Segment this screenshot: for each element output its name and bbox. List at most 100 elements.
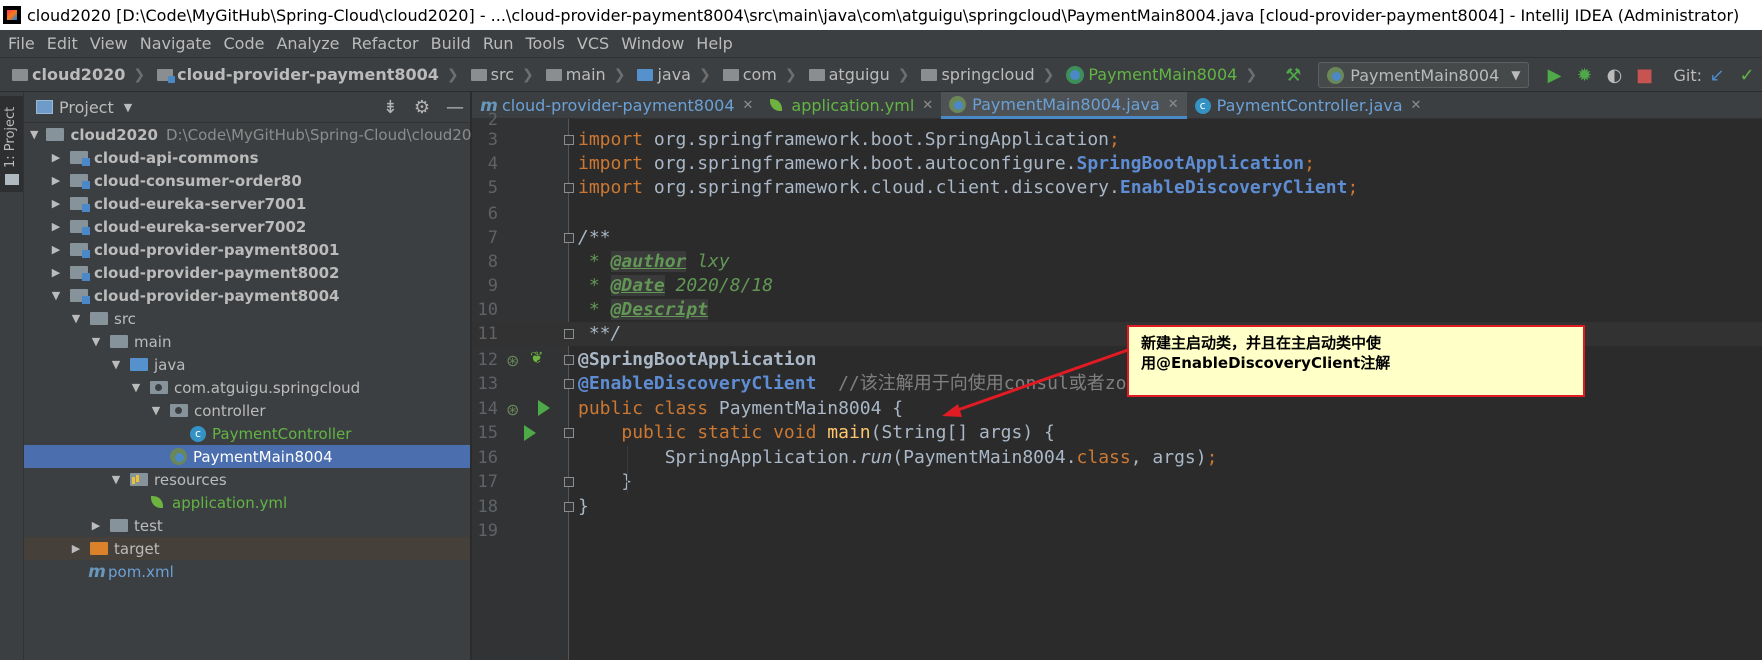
expanded-arrow-icon[interactable]: ▼ [50, 289, 62, 302]
fold-marker-icon[interactable] [564, 477, 574, 487]
hide-minus-icon[interactable]: — [446, 97, 464, 118]
menu-navigate[interactable]: Navigate [134, 34, 218, 53]
menu-run[interactable]: Run [477, 34, 520, 53]
tree-item-module[interactable]: ▶ cloud-provider-payment8002 [24, 261, 470, 284]
collapse-all-icon[interactable]: ⇟ [383, 97, 398, 118]
fold-marker-icon[interactable] [564, 502, 574, 512]
tree-item-module[interactable]: ▶ cloud-eureka-server7002 [24, 215, 470, 238]
fold-marker-icon[interactable] [564, 233, 574, 243]
build-hammer-icon[interactable]: ⚒ [1282, 64, 1304, 86]
menu-analyze[interactable]: Analyze [270, 34, 345, 53]
tree-item-package[interactable]: ▼ controller [24, 399, 470, 422]
tree-item-folder[interactable]: ▼ main [24, 330, 470, 353]
project-view-selector[interactable]: Project [59, 98, 114, 117]
gear-icon[interactable]: ⚙ [414, 97, 430, 118]
stop-icon[interactable]: ■ [1633, 64, 1655, 86]
expanded-arrow-icon[interactable]: ▼ [130, 381, 142, 394]
tree-item-root[interactable]: ▼ cloud2020 D:\Code\MyGitHub\Spring-Cloud… [24, 123, 490, 146]
menu-edit[interactable]: Edit [41, 34, 84, 53]
collapsed-arrow-icon[interactable]: ▶ [50, 266, 62, 279]
collapsed-arrow-icon[interactable]: ▶ [50, 151, 62, 164]
fold-marker-icon[interactable] [564, 428, 574, 438]
coverage-shield-icon[interactable]: ◐ [1603, 64, 1625, 86]
tree-item-module[interactable]: ▶ cloud-provider-payment8001 [24, 238, 470, 261]
collapsed-arrow-icon[interactable]: ▶ [50, 174, 62, 187]
tree-item-resources[interactable]: ▼ resources [24, 468, 470, 491]
run-main-gutter-icon[interactable] [524, 425, 536, 441]
breadcrumb-class[interactable]: PaymentMain8004 ❯ [1054, 65, 1257, 84]
expanded-arrow-icon[interactable]: ▼ [110, 358, 122, 371]
tree-item-module[interactable]: ▶ cloud-api-commons [24, 146, 470, 169]
collapsed-arrow-icon[interactable]: ▶ [50, 243, 62, 256]
collapsed-arrow-icon[interactable]: ▶ [50, 197, 62, 210]
menu-window[interactable]: Window [615, 34, 690, 53]
breadcrumb-cloud2020[interactable]: cloud2020 ❯ [0, 65, 145, 84]
breadcrumb-com[interactable]: com ❯ [711, 65, 797, 84]
spring-bean-gutter-icon[interactable]: ⊛ [506, 400, 519, 419]
breadcrumb-springcloud[interactable]: springcloud ❯ [909, 65, 1054, 84]
tree-item-module[interactable]: ▶ cloud-eureka-server7001 [24, 192, 470, 215]
menu-build[interactable]: Build [425, 34, 477, 53]
expanded-arrow-icon[interactable]: ▼ [70, 312, 82, 325]
git-commit-check-icon[interactable]: ✓ [1736, 64, 1758, 86]
tree-item-module[interactable]: ▶ cloud-consumer-order80 [24, 169, 470, 192]
expanded-arrow-icon[interactable]: ▼ [110, 473, 122, 486]
module-folder-icon [70, 197, 90, 212]
package-icon [921, 68, 938, 81]
tree-item-file[interactable]: m pom.xml [24, 560, 470, 583]
module-folder-icon [70, 220, 90, 235]
breadcrumb-main[interactable]: main ❯ [534, 65, 625, 84]
menu-vcs[interactable]: VCS [571, 34, 615, 53]
menu-refactor[interactable]: Refactor [346, 34, 425, 53]
fold-marker-icon[interactable] [564, 355, 574, 365]
module-folder-icon [70, 151, 90, 166]
fold-marker-icon[interactable] [564, 379, 574, 389]
menu-view[interactable]: View [84, 34, 134, 53]
run-class-gutter-icon[interactable] [538, 400, 550, 416]
git-update-arrow-icon[interactable]: ↙ [1706, 64, 1728, 86]
tree-item-folder[interactable]: ▼ src [24, 307, 470, 330]
fold-marker-icon[interactable] [564, 135, 574, 145]
breadcrumb-module[interactable]: cloud-provider-payment8004 ❯ [145, 65, 459, 84]
breadcrumb-src[interactable]: src ❯ [459, 65, 534, 84]
expanded-arrow-icon[interactable]: ▼ [150, 404, 162, 417]
package-icon [170, 404, 188, 417]
source-folder-icon [637, 68, 654, 81]
tree-item-file[interactable]: application.yml [24, 491, 470, 514]
chevron-right-icon: ❯ [698, 66, 711, 83]
menu-code[interactable]: Code [218, 34, 271, 53]
window-title: cloud2020 [D:\Code\MyGitHub\Spring-Cloud… [27, 5, 1740, 25]
chevron-down-icon[interactable]: ▼ [124, 101, 132, 114]
tree-item-package[interactable]: ▼ com.atguigu.springcloud [24, 376, 470, 399]
menu-help[interactable]: Help [690, 34, 738, 53]
breadcrumb-atguigu[interactable]: atguigu ❯ [797, 65, 909, 84]
tree-item-module[interactable]: ▼ cloud-provider-payment8004 [24, 284, 470, 307]
collapsed-arrow-icon[interactable]: ▶ [70, 542, 82, 555]
tree-item-folder[interactable]: ▶ test [24, 514, 470, 537]
tree-item-class[interactable]: c PaymentController [24, 422, 470, 445]
project-tool-window-tab[interactable]: 1: Project [0, 96, 23, 192]
tree-item-class-selected[interactable]: PaymentMain8004 [24, 445, 470, 468]
collapsed-arrow-icon[interactable]: ▶ [50, 220, 62, 233]
spring-bean-search-icon[interactable]: ⊛ [506, 351, 519, 370]
module-folder-icon [157, 68, 176, 83]
run-configuration-select[interactable]: PaymentMain8004 ▼ [1318, 62, 1530, 88]
chevron-right-icon: ❯ [1042, 66, 1055, 83]
debug-bug-icon[interactable]: ✹ [1573, 64, 1595, 86]
spring-leaf-gutter-icon[interactable]: ❦ [530, 348, 543, 367]
fold-marker-icon[interactable] [564, 329, 574, 339]
fold-marker-icon[interactable] [564, 183, 574, 193]
tree-item-excluded-folder[interactable]: ▶ target [24, 537, 470, 560]
expanded-arrow-icon[interactable]: ▼ [90, 335, 102, 348]
run-icon[interactable]: ▶ [1543, 64, 1565, 86]
chevron-down-icon: ▼ [1511, 68, 1521, 82]
expanded-arrow-icon[interactable]: ▼ [30, 128, 38, 141]
menu-file[interactable]: File [0, 34, 41, 53]
tree-item-source-root[interactable]: ▼ java [24, 353, 470, 376]
spring-boot-class-icon [1066, 65, 1085, 84]
collapsed-arrow-icon[interactable]: ▶ [90, 519, 102, 532]
breadcrumb-java[interactable]: java ❯ [625, 65, 711, 84]
callout-line-1: 新建主启动类，并且在主启动类中使 [1141, 334, 1382, 352]
class-icon: c [190, 425, 206, 442]
menu-tools[interactable]: Tools [520, 34, 571, 53]
